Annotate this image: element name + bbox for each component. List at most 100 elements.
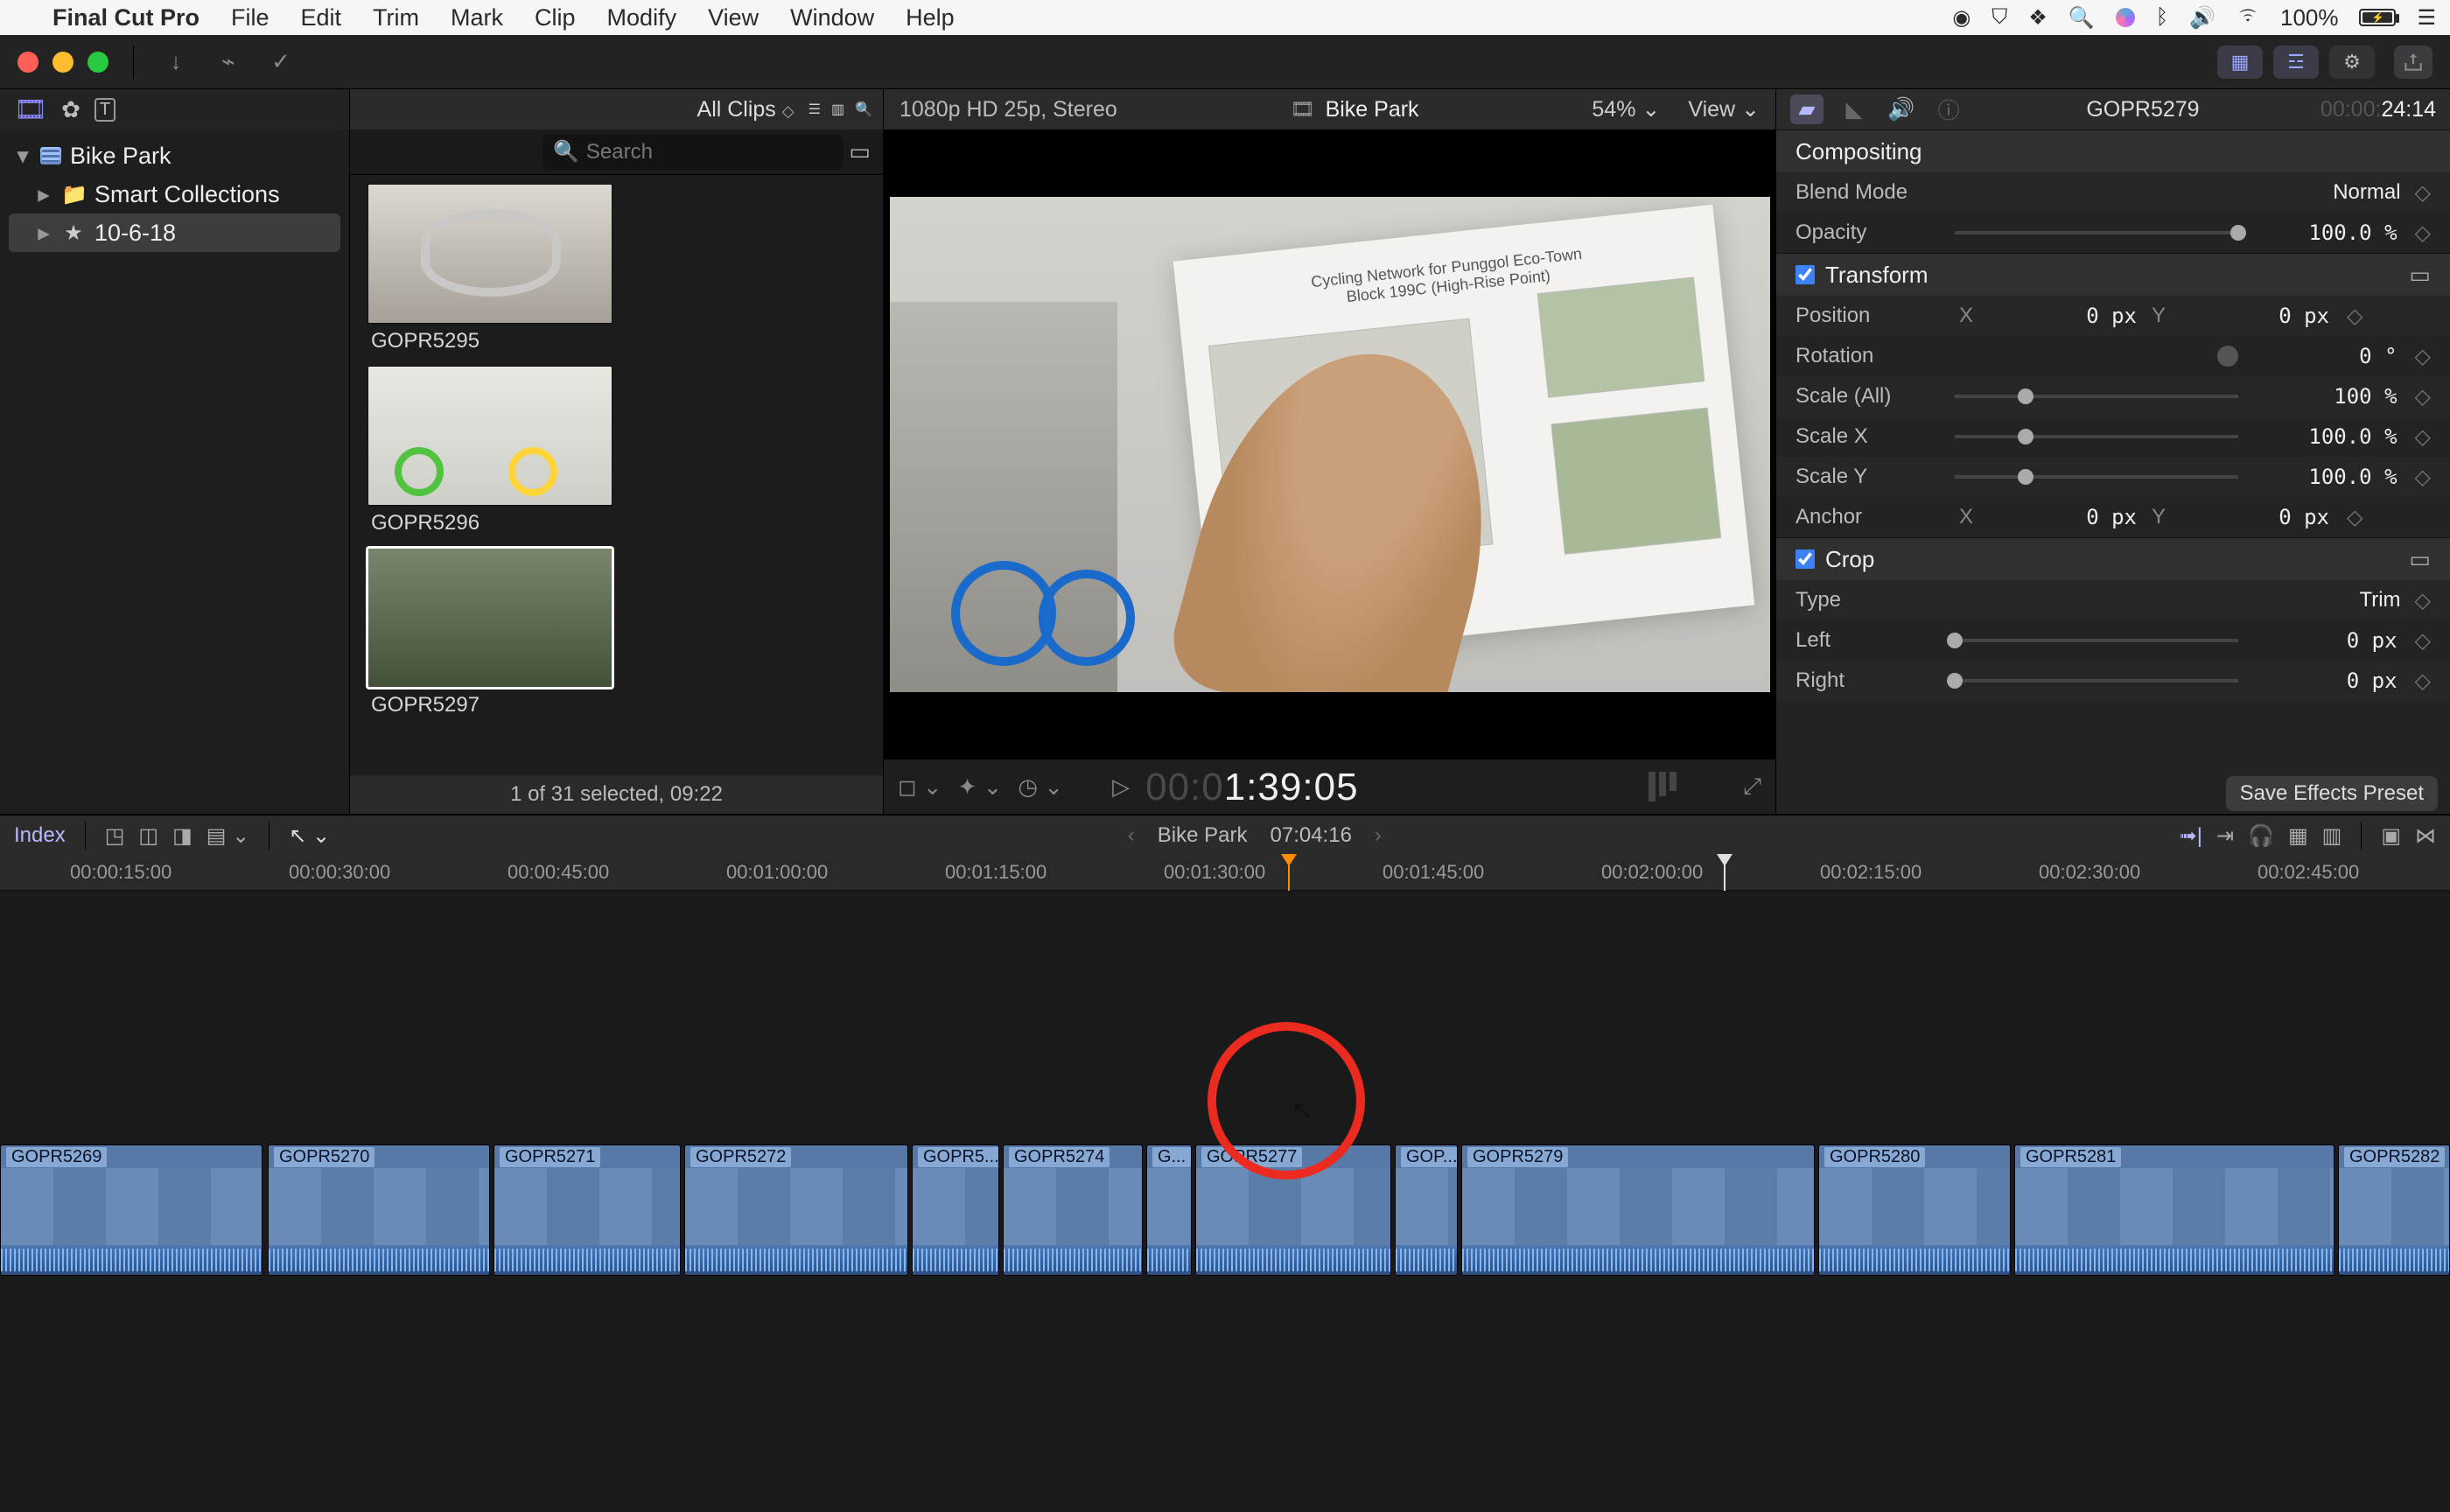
browser-layout-button[interactable]: ▦ bbox=[2217, 46, 2263, 79]
keyframe-icon[interactable]: ◇ bbox=[2415, 344, 2431, 369]
browser-filter[interactable]: All Clips ◇ bbox=[697, 97, 794, 122]
photos-tab-icon[interactable]: ✿ bbox=[61, 96, 80, 123]
keyframe-icon[interactable]: ◇ bbox=[2415, 628, 2431, 654]
param-crop-right[interactable]: Right 0 px ◇ bbox=[1776, 661, 2450, 701]
section-compositing[interactable]: Compositing bbox=[1776, 130, 2450, 172]
timeline-history-fwd[interactable]: › bbox=[1375, 823, 1382, 848]
crop-onscreen-icon[interactable]: ▭ bbox=[2409, 546, 2431, 573]
inspector-video-tab[interactable]: ▰ bbox=[1790, 94, 1824, 124]
timeline-index-button[interactable]: Index bbox=[14, 823, 66, 848]
transitions-browser-button[interactable]: ⋈ bbox=[2415, 823, 2436, 849]
transform-enable[interactable] bbox=[1796, 265, 1815, 284]
browser-calendar-button[interactable]: ▭ bbox=[849, 138, 871, 165]
timeline-clip[interactable]: GOPR5277 bbox=[1195, 1144, 1391, 1276]
skimming-button[interactable]: ⇥ bbox=[2216, 823, 2234, 849]
viewer-canvas[interactable]: Cycling Network for Punggol Eco-TownBloc… bbox=[884, 130, 1775, 760]
battery-icon[interactable]: ⚡ bbox=[2359, 9, 2396, 26]
inspector-toggle-button[interactable]: ⚙ bbox=[2329, 46, 2375, 79]
menu-window[interactable]: Window bbox=[790, 4, 874, 32]
timeline-clip[interactable]: GOPR5271 bbox=[494, 1144, 681, 1276]
inspector-info-tab[interactable]: ⓘ bbox=[1932, 94, 1965, 124]
window-zoom[interactable] bbox=[88, 52, 108, 73]
menu-mark[interactable]: Mark bbox=[451, 4, 503, 32]
menu-modify[interactable]: Modify bbox=[607, 4, 677, 32]
clip-appearance-button[interactable]: ☰ bbox=[808, 101, 821, 118]
timeline-history-back[interactable]: ‹ bbox=[1128, 823, 1135, 848]
section-transform[interactable]: Transform ▭ bbox=[1776, 254, 2450, 296]
window-close[interactable] bbox=[18, 52, 38, 73]
param-crop-left[interactable]: Left 0 px ◇ bbox=[1776, 620, 2450, 661]
vpn-icon[interactable]: ❖ bbox=[2028, 5, 2048, 31]
menu-clip[interactable]: Clip bbox=[535, 4, 576, 32]
timeline-ruler[interactable]: 00:00:15:0000:00:30:0000:00:45:0000:01:0… bbox=[0, 856, 2450, 891]
param-scale-y[interactable]: Scale Y 100.0 % ◇ bbox=[1776, 457, 2450, 497]
timeline-clip[interactable]: GOPR5274 bbox=[1003, 1144, 1143, 1276]
menu-help[interactable]: Help bbox=[906, 4, 955, 32]
effects-browser-button[interactable]: ▣ bbox=[2381, 823, 2401, 849]
arrow-tool[interactable]: ↖ ⌄ bbox=[289, 823, 330, 849]
crop-enable[interactable] bbox=[1796, 550, 1815, 569]
keyframe-icon[interactable]: ◇ bbox=[2415, 384, 2431, 410]
app-name[interactable]: Final Cut Pro bbox=[52, 4, 200, 32]
keyframe-icon[interactable]: ◇ bbox=[2415, 220, 2431, 246]
menu-file[interactable]: File bbox=[231, 4, 270, 32]
spotlight-icon[interactable]: 🔍 bbox=[2068, 5, 2095, 31]
viewer-view-menu[interactable]: View ⌄ bbox=[1688, 96, 1760, 122]
section-crop[interactable]: Crop ▭ bbox=[1776, 538, 2450, 580]
scale-y-slider[interactable] bbox=[1955, 468, 2238, 486]
viewer-timecode[interactable]: 00:01:39:05 bbox=[1145, 765, 1358, 809]
param-opacity[interactable]: Opacity 100.0 % ◇ bbox=[1776, 213, 2450, 253]
append-clip-button[interactable]: ◨ bbox=[172, 823, 192, 849]
transform-tool[interactable]: ◻ ⌄ bbox=[898, 774, 942, 801]
screenrecord-icon[interactable]: ◉ bbox=[1952, 5, 1970, 31]
opacity-slider[interactable] bbox=[1955, 224, 2238, 242]
inspector-color-tab[interactable]: ◣ bbox=[1838, 94, 1871, 124]
titles-tab-icon[interactable]: T bbox=[94, 98, 116, 122]
library-tab-icon[interactable]: 🎞 bbox=[14, 94, 47, 125]
volume-icon[interactable]: 🔊 bbox=[2189, 5, 2216, 31]
menu-edit[interactable]: Edit bbox=[301, 4, 342, 32]
timeline-clip[interactable]: G... bbox=[1146, 1144, 1192, 1276]
enhance-tool[interactable]: ✦ ⌄ bbox=[958, 774, 1003, 801]
shield-icon[interactable]: ⛉ bbox=[1992, 5, 2007, 30]
connect-clip-button[interactable]: ◳ bbox=[105, 823, 125, 849]
param-scale-x[interactable]: Scale X 100.0 % ◇ bbox=[1776, 416, 2450, 457]
library-item-smart-collections[interactable]: ▸ 📁 Smart Collections bbox=[9, 175, 340, 214]
param-scale-all[interactable]: Scale (All) 100 % ◇ bbox=[1776, 376, 2450, 416]
timeline-body[interactable]: GOPR5269GOPR5270GOPR5271GOPR5272GOPR5...… bbox=[0, 891, 2450, 1512]
browser-clip[interactable]: GOPR5296 bbox=[368, 366, 612, 536]
rotation-dial[interactable] bbox=[2217, 346, 2238, 367]
timeline-clip[interactable]: GOPR5280 bbox=[1818, 1144, 2011, 1276]
param-blend-mode[interactable]: Blend Mode Normal◇ bbox=[1776, 172, 2450, 213]
browser-clip[interactable]: GOPR5295 bbox=[368, 184, 612, 354]
blend-mode-popup[interactable]: Normal◇ bbox=[2333, 180, 2431, 206]
crop-type-popup[interactable]: Trim◇ bbox=[2359, 588, 2431, 613]
window-minimize[interactable] bbox=[52, 52, 74, 73]
overwrite-clip-button[interactable]: ▤ ⌄ bbox=[206, 823, 249, 849]
save-effects-preset-button[interactable]: Save Effects Preset bbox=[2226, 776, 2438, 811]
param-crop-type[interactable]: Type Trim◇ bbox=[1776, 580, 2450, 620]
timeline-clip[interactable]: GOP... bbox=[1395, 1144, 1458, 1276]
transform-onscreen-icon[interactable]: ▭ bbox=[2409, 262, 2431, 289]
controlcenter-icon[interactable]: ☰ bbox=[2417, 5, 2436, 31]
clip-grouping-button[interactable]: ▥ bbox=[831, 101, 844, 118]
keyframe-icon[interactable]: ◇ bbox=[2347, 505, 2362, 530]
background-tasks-button[interactable]: ✓ bbox=[263, 45, 298, 80]
siri-icon[interactable] bbox=[2116, 8, 2135, 27]
timeline-clip[interactable]: GOPR5270 bbox=[268, 1144, 490, 1276]
share-button[interactable] bbox=[2394, 46, 2432, 79]
fullscreen-button[interactable]: ⤢ bbox=[1743, 773, 1761, 801]
timeline-clip[interactable]: GOPR5... bbox=[912, 1144, 999, 1276]
inspector-audio-tab[interactable]: 🔊 bbox=[1885, 94, 1918, 124]
play-button[interactable]: ▷ bbox=[1112, 774, 1130, 801]
timeline-clip[interactable]: GOPR5281 bbox=[2014, 1144, 2334, 1276]
crop-right-slider[interactable] bbox=[1955, 672, 2238, 690]
library-root[interactable]: ▾ Bike Park bbox=[9, 136, 340, 175]
import-button[interactable]: ↓ bbox=[158, 45, 193, 80]
browser-clip[interactable]: GOPR5297 bbox=[368, 548, 612, 718]
crop-left-slider[interactable] bbox=[1955, 632, 2238, 649]
insert-clip-button[interactable]: ◫ bbox=[138, 823, 158, 849]
timeline-clip[interactable]: GOPR5282 bbox=[2338, 1144, 2450, 1276]
browser-search-button[interactable]: 🔍 bbox=[855, 101, 872, 118]
keyframe-icon[interactable]: ◇ bbox=[2415, 668, 2431, 694]
